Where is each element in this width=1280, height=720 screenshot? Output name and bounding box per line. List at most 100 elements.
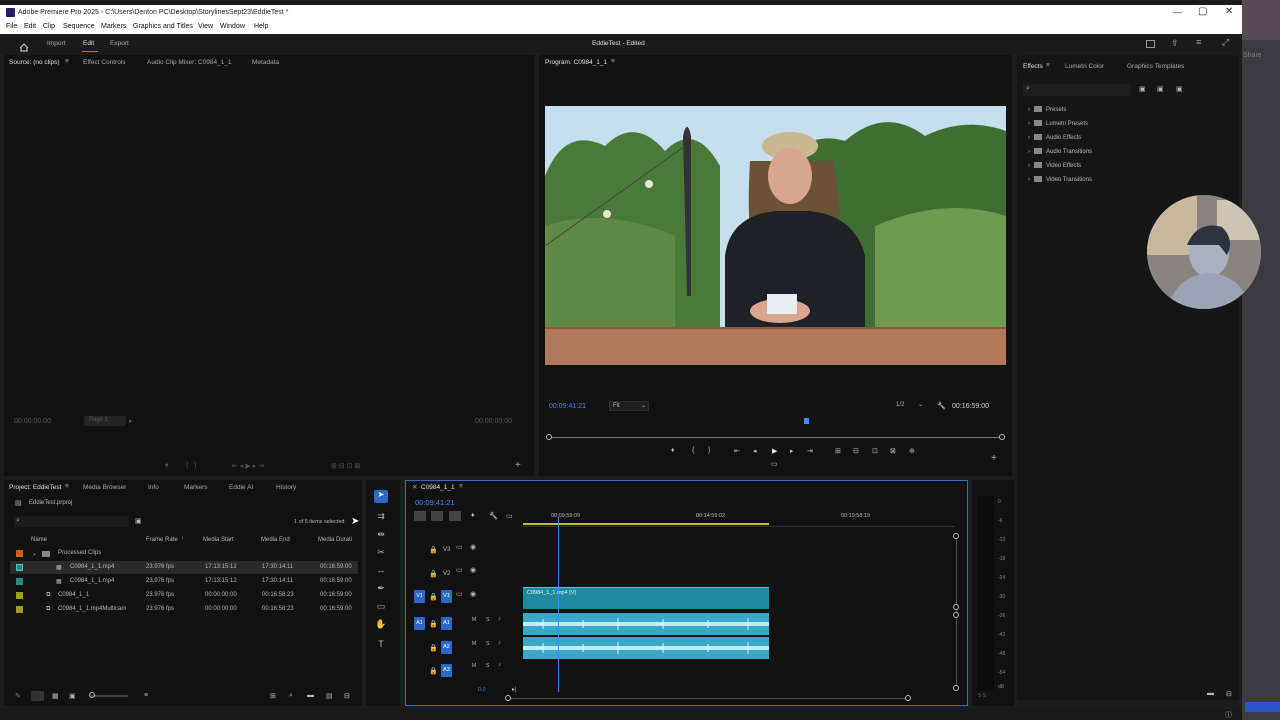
project-row-multicam[interactable]: ⧉ C0984_1_1.mp4Multicam 23.976 fps 00:00…	[10, 603, 358, 616]
minimize-button[interactable]: —	[1173, 7, 1182, 17]
mute-button[interactable]: M	[472, 663, 476, 669]
find-icon[interactable]: ⌕	[289, 692, 293, 700]
mic-icon[interactable]: ♪	[498, 662, 501, 668]
new-bin-icon[interactable]: ▬	[307, 692, 314, 699]
mute-button[interactable]: M	[472, 617, 476, 623]
lock-icon[interactable]: 🔒	[429, 570, 438, 578]
tab-metadata[interactable]: Metadata	[252, 59, 279, 66]
program-timecode[interactable]: 00:09:41:21	[549, 403, 586, 410]
tab-program-menu[interactable]: ≡	[611, 58, 615, 65]
list-view-button[interactable]	[31, 691, 44, 701]
multicam-icon[interactable]: ▭	[771, 460, 778, 468]
info-icon[interactable]: ⓘ	[1225, 710, 1232, 720]
new-bin-from-search-icon[interactable]: ▣	[135, 517, 142, 525]
program-playhead[interactable]	[804, 418, 809, 424]
automate-icon[interactable]: ⊞	[270, 692, 276, 700]
eye-icon[interactable]: ◉	[470, 590, 476, 598]
tab-graphics-templates[interactable]: Graphics Templates	[1127, 63, 1184, 70]
step-forward-icon[interactable]: ▸	[790, 447, 794, 455]
lift-icon[interactable]: ⊞	[835, 447, 841, 455]
selection-tool[interactable]: ➤	[374, 490, 388, 503]
tab-lumetri-color[interactable]: Lumetri Color	[1065, 63, 1104, 70]
mute-button[interactable]: M	[472, 641, 476, 647]
sort-icon[interactable]: ≡	[144, 692, 148, 699]
lock-icon[interactable]: 🔒	[429, 593, 438, 601]
scrub-start-handle[interactable]	[546, 434, 552, 440]
tab-info[interactable]: Info	[148, 484, 159, 491]
hscroll-handle-left[interactable]	[505, 695, 511, 701]
close-tab-icon[interactable]: ✕	[412, 483, 417, 491]
scroll-handle-mid[interactable]	[953, 604, 959, 610]
settings-icon[interactable]: ⊕	[909, 447, 915, 455]
menu-view[interactable]: View	[198, 23, 213, 30]
source-play-arrow[interactable]: ▸	[129, 417, 133, 425]
pencil-icon[interactable]: ✎	[15, 692, 21, 700]
source-patch-a1[interactable]: A1	[414, 617, 425, 630]
export-frame-icon[interactable]: ⊡	[872, 447, 878, 455]
tab-project[interactable]: Project: EddieTest	[9, 484, 61, 491]
snap-button[interactable]	[431, 511, 443, 521]
sync-lock-icon[interactable]: ▭	[456, 590, 463, 598]
menu-clip[interactable]: Clip	[43, 23, 55, 30]
share-icon[interactable]: ⇪	[1171, 38, 1179, 49]
menu-window[interactable]: Window	[220, 23, 245, 30]
tab-effect-controls[interactable]: Effect Controls	[83, 59, 126, 66]
razor-tool[interactable]: ✂	[374, 547, 388, 559]
program-scrub-bar[interactable]	[549, 437, 1003, 438]
zoom-slider-handle[interactable]	[89, 692, 95, 698]
source-insert-icons[interactable]: ⊞ ⊟ ⊡ ⊠	[331, 462, 360, 470]
eye-icon[interactable]: ◉	[470, 543, 476, 551]
timeline-timecode[interactable]: 00:09:41:21	[415, 498, 455, 507]
col-media-end[interactable]: Media End	[261, 537, 290, 543]
clear-icon[interactable]: ⊟	[344, 692, 350, 700]
effects-item-audio-transitions[interactable]: › Audio Transitions	[1028, 148, 1092, 160]
effects-item-video-effects[interactable]: › Video Effects	[1028, 162, 1081, 174]
rectangle-tool[interactable]: ▭	[374, 601, 388, 613]
go-to-end-icon[interactable]: ▸|	[512, 686, 517, 693]
video-clip[interactable]: C0984_1_1.mp4 [V]	[523, 587, 769, 609]
track-select-tool[interactable]: ⇉	[374, 511, 388, 523]
effects-item-lumetri-presets[interactable]: › Lumetri Presets	[1028, 120, 1088, 132]
effects-item-presets[interactable]: › Presets	[1028, 106, 1066, 118]
lock-icon[interactable]: 🔒	[429, 644, 438, 652]
mic-icon[interactable]: ♪	[498, 640, 501, 646]
slip-tool[interactable]: ↔	[374, 565, 388, 577]
source-add-button[interactable]: +	[515, 460, 521, 471]
col-frame-rate[interactable]: Frame Rate	[146, 537, 178, 543]
tab-timeline-menu[interactable]: ≡	[459, 483, 463, 490]
tab-effects[interactable]: Effects	[1023, 63, 1043, 70]
zoom-slider[interactable]	[90, 695, 128, 697]
lock-icon[interactable]: 🔒	[429, 546, 438, 554]
lock-icon[interactable]: 🔒	[429, 667, 438, 675]
tab-source[interactable]: Source: (no clips)	[9, 59, 60, 66]
menu-graphics[interactable]: Graphics and Titles	[133, 23, 193, 30]
marker-icon[interactable]: ♦	[671, 447, 675, 454]
tab-media-browser[interactable]: Media Browser	[83, 484, 126, 491]
freeform-view-icon[interactable]: ▣	[69, 692, 76, 700]
tab-history[interactable]: History	[276, 484, 296, 491]
menu-sequence[interactable]: Sequence	[63, 23, 95, 30]
workspace-edit[interactable]: Edit	[83, 40, 94, 47]
scrub-end-handle[interactable]	[999, 434, 1005, 440]
tab-audio-clip-mixer[interactable]: Audio Clip Mixer: C0984_1_1	[147, 59, 232, 66]
effects-search-input[interactable]	[1023, 84, 1131, 96]
mix-volume[interactable]: 0.0	[478, 687, 486, 693]
type-tool[interactable]: T	[374, 639, 388, 651]
menu-edit[interactable]: Edit	[24, 23, 36, 30]
comparison-view-icon[interactable]: ⊠	[890, 447, 896, 455]
accelerated-effects-icon[interactable]: ▣	[1139, 85, 1146, 93]
menu-icon[interactable]: ≡	[1196, 37, 1201, 47]
hscroll-handle-right[interactable]	[905, 695, 911, 701]
solo-button[interactable]: S	[486, 663, 489, 669]
track-a1-label[interactable]: A1	[441, 617, 452, 630]
lock-icon[interactable]: 🔒	[429, 620, 438, 628]
source-patch-v1[interactable]: V1	[414, 590, 425, 603]
mic-icon[interactable]: ♪	[498, 616, 501, 622]
effects-folder-icon[interactable]: ▬	[1207, 690, 1214, 697]
source-inout-icons[interactable]: { }	[186, 462, 197, 469]
source-marker-icon[interactable]: ♦	[165, 462, 169, 469]
tab-program[interactable]: Program: C0984_1_1	[545, 59, 607, 66]
track-a3-label[interactable]: A3	[441, 664, 452, 677]
maximize-button[interactable]: ▢	[1198, 6, 1207, 17]
extract-icon[interactable]: ⊟	[853, 447, 859, 455]
